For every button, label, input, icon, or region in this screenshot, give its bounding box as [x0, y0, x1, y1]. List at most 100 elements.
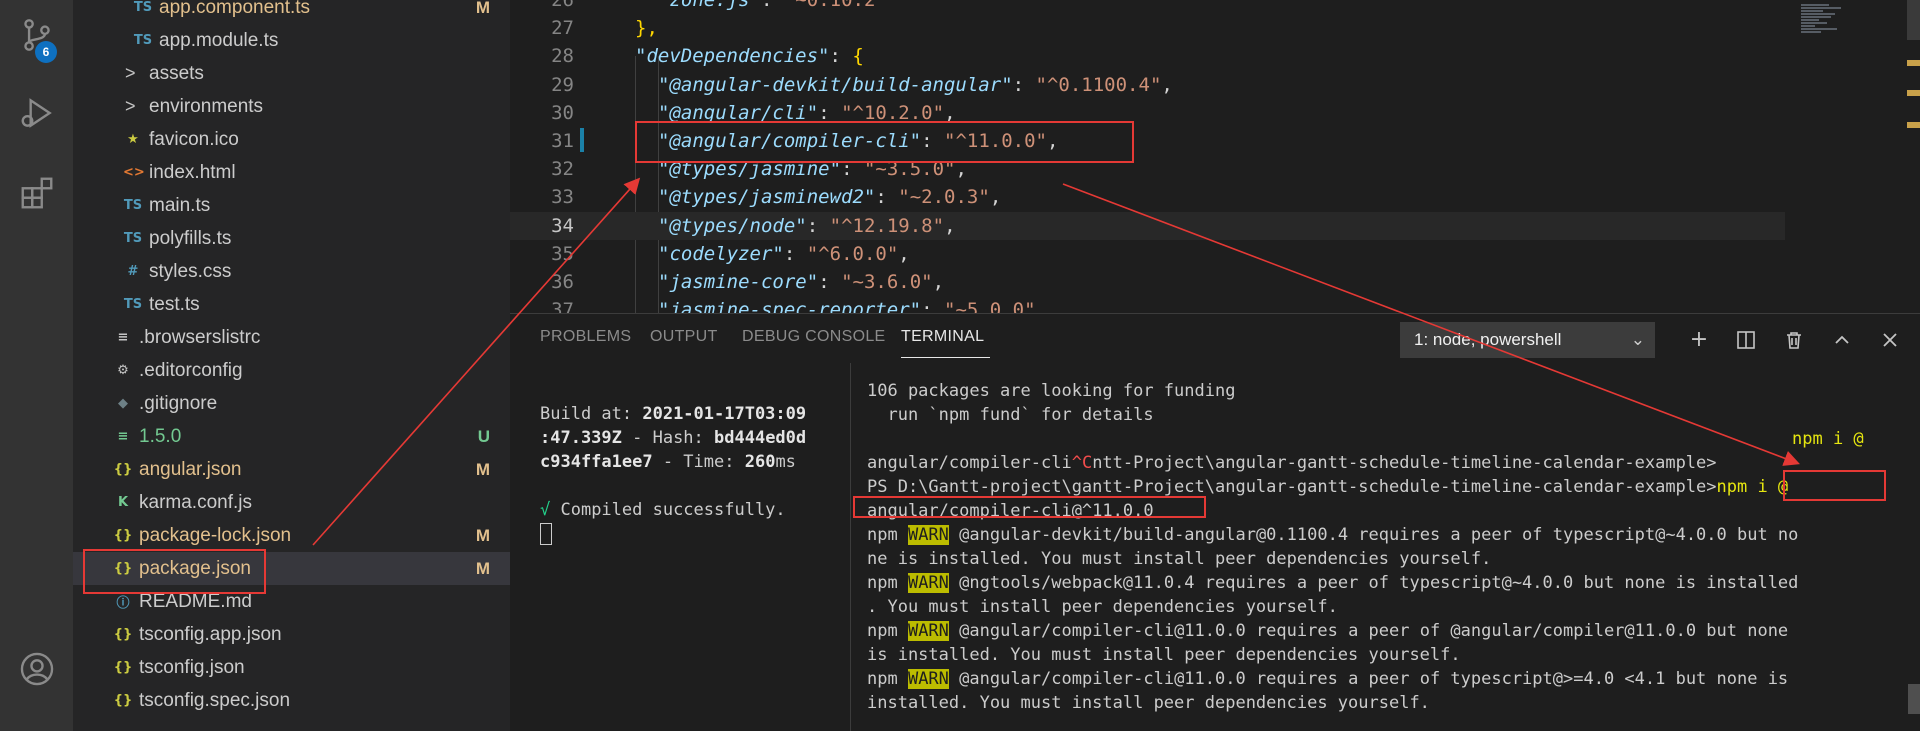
- terminal-scrollbar[interactable]: [1908, 684, 1920, 714]
- explorer-item[interactable]: Kkarma.conf.js: [73, 486, 510, 519]
- tab-terminal[interactable]: TERMINAL: [901, 328, 984, 346]
- code-line[interactable]: 34 "@types/node": "^12.19.8",: [510, 211, 1785, 240]
- json-value: ^11.0.0: [955, 130, 1036, 152]
- code-token: ,: [898, 242, 910, 265]
- json-key: codelyzer: [669, 242, 773, 265]
- explorer-item-label: test.ts: [149, 293, 200, 315]
- line-number: 32: [551, 158, 574, 181]
- json-key: @types/jasmine: [669, 158, 830, 181]
- explorer-item-label: 1.5.0: [139, 425, 182, 447]
- code-content: "@types/jasmine": "~3.5.0",: [658, 158, 967, 181]
- extensions-icon[interactable]: [18, 174, 56, 212]
- json-key: @angular-devkit/build-angular: [669, 73, 1002, 96]
- tab-problems[interactable]: PROBLEMS: [540, 328, 631, 346]
- warn-line: npm WARN @angular/compiler-cli@11.0.0 re…: [867, 621, 1789, 641]
- file-type-icon: TS: [123, 231, 143, 246]
- warn-line: is installed. You must install peer depe…: [867, 645, 1461, 665]
- line-number: 36: [551, 271, 574, 293]
- code-line[interactable]: 32 "@types/jasmine": "~3.5.0",: [510, 155, 1920, 183]
- tab-output[interactable]: OUTPUT: [650, 328, 718, 346]
- chevron-up-icon[interactable]: [1828, 326, 1856, 354]
- explorer-item[interactable]: TS app.module.ts: [73, 24, 510, 57]
- tab-debug-console[interactable]: DEBUG CONSOLE: [742, 328, 886, 346]
- code-content: "devDependencies": {: [635, 45, 864, 68]
- code-token: },: [635, 17, 658, 40]
- code-line[interactable]: 26 "zone.js": "~0.10.2": [510, 0, 1920, 14]
- code-line[interactable]: 27},: [510, 14, 1920, 42]
- file-type-icon: ⚙: [117, 363, 129, 378]
- line-number: 33: [551, 186, 574, 209]
- plus-icon[interactable]: +: [1685, 326, 1713, 354]
- explorer-item[interactable]: TS polyfills.ts: [73, 222, 510, 255]
- warn-line: npm WARN @ngtools/webpack@11.0.4 require…: [867, 573, 1799, 593]
- code-line[interactable]: 28 "devDependencies": {: [510, 42, 1920, 70]
- file-type-icon: #: [127, 264, 139, 279]
- terminal-line: run `npm fund` for details: [867, 405, 1154, 425]
- explorer-item[interactable]: TS app.component.ts M: [73, 0, 510, 24]
- split-icon[interactable]: [1732, 326, 1760, 354]
- explorer-item[interactable]: {} tsconfig.spec.json: [73, 684, 510, 717]
- line-number: 30: [551, 101, 574, 124]
- explorer-item[interactable]: {} angular.json M: [73, 453, 510, 486]
- explorer-item-label: polyfills.ts: [149, 227, 232, 249]
- explorer-item[interactable]: # styles.css: [73, 255, 510, 288]
- explorer-item[interactable]: ⚙ .editorconfig: [73, 354, 510, 387]
- code-line[interactable]: 33 "@types/jasminewd2": "~2.0.3",: [510, 183, 1920, 211]
- minimap[interactable]: [1795, 0, 1920, 313]
- explorer-item-label: .browserslistrc: [139, 326, 261, 348]
- file-type-icon: {}: [113, 462, 133, 477]
- line-number: 37: [551, 299, 574, 313]
- explorer-item[interactable]: TS main.ts: [73, 189, 510, 222]
- run-debug-icon[interactable]: [18, 94, 56, 132]
- code-editor[interactable]: 26 "zone.js": "~0.10.2" 27}, 28 "devDependen…: [510, 0, 1920, 313]
- explorer-item[interactable]: > assets: [73, 57, 510, 90]
- code-token: ,: [1047, 130, 1059, 152]
- explorer-item[interactable]: <> index.html: [73, 156, 510, 189]
- code-line[interactable]: 30 "@angular/cli": "^10.2.0",: [510, 99, 1920, 127]
- explorer-item-label: index.html: [149, 161, 236, 183]
- account-icon[interactable]: [18, 650, 56, 688]
- trash-icon[interactable]: [1780, 326, 1808, 354]
- explorer-item[interactable]: ★ favicon.ico: [73, 123, 510, 156]
- terminal-line: PS D:\Gantt-project\gantt-Project\angula…: [867, 477, 1789, 497]
- editor-scrollbar[interactable]: [1907, 0, 1920, 40]
- code-line[interactable]: 37 "jasmine-spec-reporter": "~5.0.0",: [510, 296, 1920, 313]
- explorer-item[interactable]: {} tsconfig.app.json: [73, 618, 510, 651]
- json-key: jasmine-core: [669, 271, 807, 293]
- explorer-item[interactable]: ⓘ README.md: [73, 585, 510, 618]
- explorer-item[interactable]: ≡ .browserslistrc: [73, 321, 510, 354]
- line-number: 27: [551, 17, 574, 40]
- json-key: @angular/cli: [669, 101, 807, 124]
- terminal-line: npm i @: [1792, 429, 1864, 449]
- explorer-item[interactable]: ≡ 1.5.0 U: [73, 420, 510, 453]
- minimap-line: [1801, 7, 1841, 9]
- explorer-item-label: styles.css: [149, 260, 232, 282]
- warn-line: installed. You must install peer depende…: [867, 693, 1430, 713]
- code-line[interactable]: 35 "codelyzer": "^6.0.0",: [510, 240, 1920, 268]
- minimap-line: [1801, 31, 1821, 33]
- explorer-item-label: app.module.ts: [159, 29, 279, 51]
- code-line[interactable]: 36 "jasmine-core": "~3.6.0",: [510, 268, 1920, 296]
- code-content: "jasmine-spec-reporter": "~5.0.0",: [658, 296, 1047, 313]
- code-line[interactable]: 31 "@angular/compiler-cli": "^11.0.0",: [510, 127, 1920, 155]
- minimap-line: [1801, 28, 1837, 30]
- file-type-icon: ◆: [118, 396, 128, 411]
- code-token: ,: [1035, 299, 1048, 313]
- close-icon[interactable]: [1876, 326, 1904, 354]
- explorer-item[interactable]: ◆ .gitignore: [73, 387, 510, 420]
- code-line[interactable]: 29 "@angular-devkit/build-angular": "^0.1…: [510, 71, 1920, 99]
- explorer-item[interactable]: TS test.ts: [73, 288, 510, 321]
- minimap-marker: [1907, 90, 1920, 96]
- explorer-item[interactable]: {} package-lock.json M: [73, 519, 510, 552]
- code-content: },: [635, 14, 658, 42]
- explorer-item[interactable]: {} package.json M: [73, 552, 510, 585]
- terminal-split-divider[interactable]: [850, 363, 851, 731]
- explorer-item[interactable]: {} tsconfig.json: [73, 651, 510, 684]
- file-type-icon: {}: [113, 561, 133, 576]
- explorer-item[interactable]: > environments: [73, 90, 510, 123]
- code-token: ,: [1161, 73, 1173, 96]
- file-type-icon: <>: [123, 165, 145, 180]
- terminal-select[interactable]: 1: node, powershell ⌄: [1400, 322, 1655, 358]
- code-content: "jasmine-core": "~3.6.0",: [658, 271, 945, 293]
- terminal-line: 106 packages are looking for funding: [867, 381, 1236, 401]
